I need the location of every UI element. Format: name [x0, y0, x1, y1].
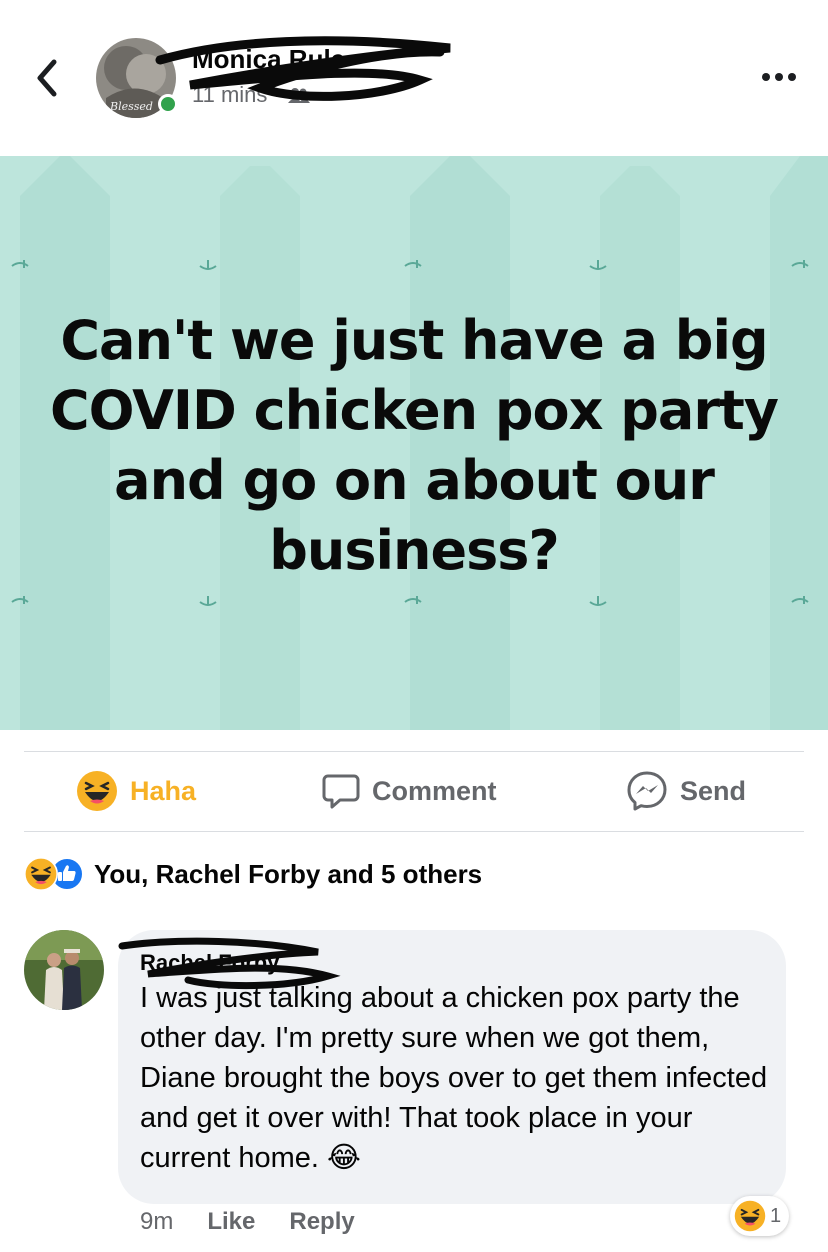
comment-reply-button[interactable]: Reply — [289, 1208, 354, 1236]
haha-emoji-icon — [77, 771, 117, 811]
messenger-icon — [627, 771, 667, 811]
send-button[interactable]: Send — [626, 752, 746, 830]
svg-text:Blessed: Blessed — [109, 100, 153, 113]
comment-button[interactable]: Comment — [322, 752, 497, 830]
reactions-summary[interactable]: You, Rachel Forby and 5 others — [24, 852, 482, 896]
haha-emoji-icon — [24, 857, 58, 891]
comment-time[interactable]: 9m — [140, 1208, 173, 1236]
comment-label: Comment — [372, 775, 497, 806]
comment-meta: 9m Like Reply — [140, 1208, 355, 1236]
divider — [24, 831, 804, 832]
send-label: Send — [680, 775, 747, 806]
commenter-avatar[interactable] — [24, 930, 104, 1010]
comment-reaction-number: 1 — [770, 1204, 782, 1227]
back-button[interactable] — [30, 58, 66, 98]
haha-emoji-icon — [734, 1200, 766, 1232]
haha-label: Haha — [130, 775, 197, 806]
commenter-photo — [24, 930, 104, 1010]
redaction-scribble — [155, 36, 451, 101]
reactions-summary-text: You, Rachel Forby and 5 others — [94, 858, 483, 889]
chevron-left-icon — [37, 59, 57, 97]
more-dot — [788, 73, 796, 81]
comment-reaction-count[interactable]: 1 — [730, 1196, 790, 1236]
post-image[interactable]: Can't we just have a big COVID chicken p… — [0, 156, 828, 730]
more-dot — [762, 73, 770, 81]
comment-like-button[interactable]: Like — [207, 1208, 255, 1236]
post-header: Blessed Monica Rule 11 mins · — [0, 0, 828, 156]
haha-reaction-button[interactable]: Haha — [76, 752, 196, 830]
more-options-button[interactable] — [762, 62, 802, 92]
post-image-text: Can't we just have a big COVID chicken p… — [49, 309, 779, 582]
more-dot — [775, 73, 783, 81]
comment-text: I was just talking about a chicken pox p… — [140, 982, 768, 1174]
redaction-scribble — [118, 937, 341, 990]
action-bar: Haha Comment Send — [0, 752, 828, 830]
comment-icon — [322, 774, 360, 809]
